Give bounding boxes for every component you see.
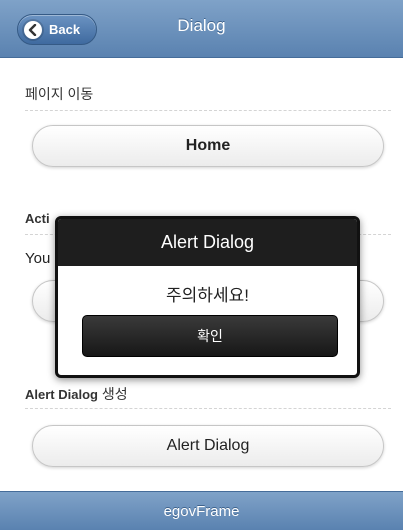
section-divider <box>25 408 391 409</box>
action-sheet-text: You <box>25 250 51 267</box>
section-title-alert-dialog-prefix: Alert Dialog <box>25 387 98 402</box>
home-button[interactable]: Home <box>32 125 384 167</box>
dialog-header: Alert Dialog <box>58 219 357 266</box>
dialog-message: 주의하세요! <box>166 286 249 305</box>
page-title: Dialog <box>177 16 226 35</box>
header-bar: Back Dialog <box>0 0 403 58</box>
section-title-page-move: 페이지 이동 <box>25 86 94 102</box>
alert-dialog: Alert Dialog 주의하세요! 확인 <box>55 216 360 378</box>
dialog-confirm-button[interactable]: 확인 <box>82 315 338 357</box>
alert-dialog-button[interactable]: Alert Dialog <box>32 425 384 467</box>
footer-text: egovFrame <box>163 502 240 520</box>
footer-bar: egovFrame <box>0 491 403 530</box>
section-title-alert-dialog-suffix: 생성 <box>97 386 128 402</box>
section-title-alert-dialog: Alert Dialog 생성 <box>25 384 391 404</box>
section-divider <box>25 110 391 111</box>
dialog-title: Alert Dialog <box>160 232 255 252</box>
